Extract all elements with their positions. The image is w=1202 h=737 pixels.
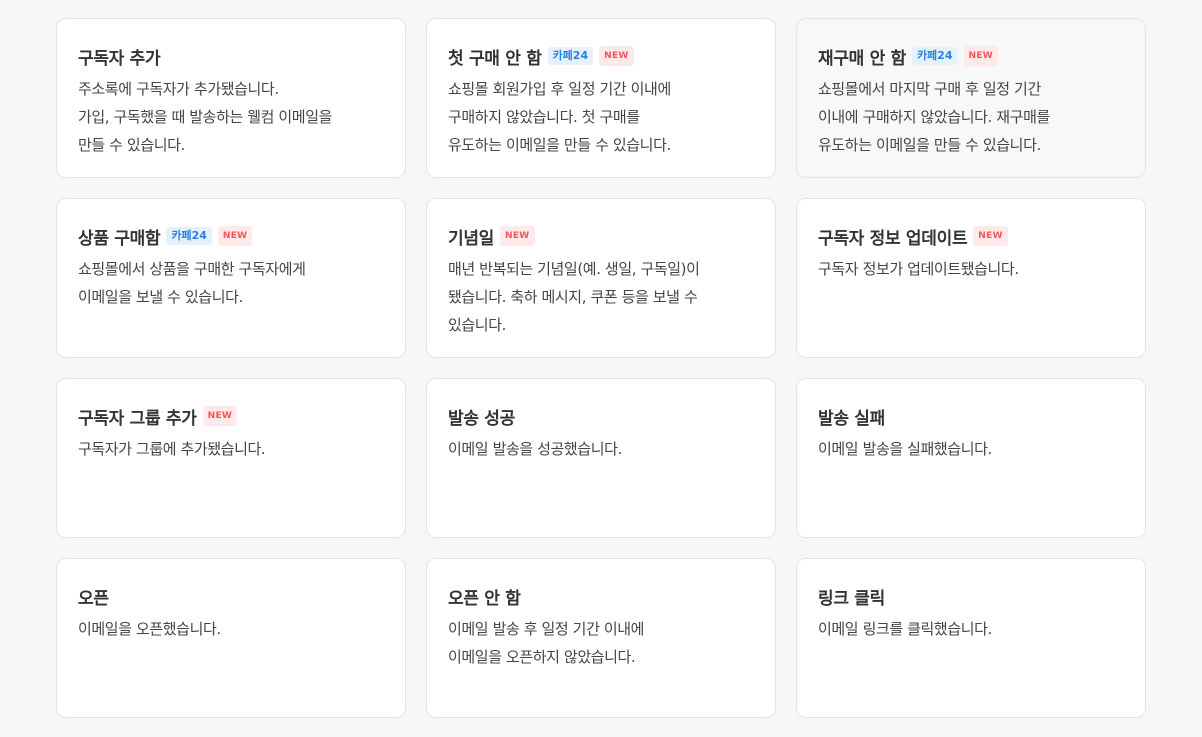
description-line: 만들 수 있습니다. (78, 136, 185, 154)
description-line: 구매하지 않았습니다. 첫 구매를 (448, 108, 640, 126)
description-line: 됐습니다. 축하 메시지, 쿠폰 등을 보낼 수 (448, 288, 698, 306)
card-description: 쇼핑몰에서 상품을 구매한 구독자에게 이메일을 보낼 수 있습니다. (78, 255, 385, 311)
description-line: 이메일 발송을 성공했습니다. (448, 440, 622, 458)
description-line: 이메일을 오픈했습니다. (78, 620, 221, 638)
trigger-card-anniversary[interactable]: 기념일 NEW 매년 반복되는 기념일(예. 생일, 구독일)이 됐습니다. 축… (426, 198, 776, 358)
description-line: 유도하는 이메일을 만들 수 있습니다. (818, 136, 1041, 154)
trigger-card-send-success[interactable]: 발송 성공 이메일 발송을 성공했습니다. (426, 378, 776, 538)
card-title-row: 발송 실패 (818, 403, 1125, 429)
card-title-row: 구독자 정보 업데이트 NEW (818, 223, 1125, 249)
trigger-card-send-failure[interactable]: 발송 실패 이메일 발송을 실패했습니다. (796, 378, 1146, 538)
card-title-row: 구독자 추가 (78, 43, 385, 69)
description-line: 이메일을 보낼 수 있습니다. (78, 288, 243, 306)
new-badge: NEW (973, 226, 1008, 246)
card-title: 구독자 정보 업데이트 (818, 228, 968, 249)
card-description: 주소록에 구독자가 추가됐습니다. 가입, 구독했을 때 발송하는 웰컴 이메일… (78, 75, 385, 159)
trigger-card-product-purchased[interactable]: 상품 구매함 카페24 NEW 쇼핑몰에서 상품을 구매한 구독자에게 이메일을… (56, 198, 406, 358)
card-title-row: 오픈 (78, 583, 385, 609)
card-description: 구독자 정보가 업데이트됐습니다. (818, 255, 1125, 283)
description-line: 쇼핑몰에서 상품을 구매한 구독자에게 (78, 260, 306, 278)
description-line: 유도하는 이메일을 만들 수 있습니다. (448, 136, 671, 154)
card-description: 쇼핑몰 회원가입 후 일정 기간 이내에 구매하지 않았습니다. 첫 구매를 유… (448, 75, 755, 159)
card-title-row: 오픈 안 함 (448, 583, 755, 609)
card-title-row: 상품 구매함 카페24 NEW (78, 223, 385, 249)
trigger-card-grid: 구독자 추가 주소록에 구독자가 추가됐습니다. 가입, 구독했을 때 발송하는… (56, 18, 1146, 718)
new-badge: NEW (500, 226, 535, 246)
description-line: 주소록에 구독자가 추가됐습니다. (78, 80, 279, 98)
card-description: 이메일 링크를 클릭했습니다. (818, 615, 1125, 643)
description-line: 구독자가 그룹에 추가됐습니다. (78, 440, 266, 458)
cafe24-badge: 카페24 (911, 47, 958, 65)
new-badge: NEW (963, 46, 999, 66)
description-line: 있습니다. (448, 316, 506, 334)
trigger-card-no-first-purchase[interactable]: 첫 구매 안 함 카페24 NEW 쇼핑몰 회원가입 후 일정 기간 이내에 구… (426, 18, 776, 178)
trigger-card-open[interactable]: 오픈 이메일을 오픈했습니다. (56, 558, 406, 718)
description-line: 이내에 구매하지 않았습니다. 재구매를 (818, 108, 1050, 126)
card-title: 오픈 안 함 (448, 588, 521, 609)
new-badge: NEW (202, 406, 238, 426)
card-title: 링크 클릭 (818, 588, 885, 609)
description-line: 이메일 발송을 실패했습니다. (818, 440, 992, 458)
trigger-card-link-click[interactable]: 링크 클릭 이메일 링크를 클릭했습니다. (796, 558, 1146, 718)
card-title: 재구매 안 함 (818, 48, 906, 69)
card-description: 이메일 발송을 실패했습니다. (818, 435, 1125, 463)
card-title: 구독자 추가 (78, 48, 161, 69)
description-line: 이메일 발송 후 일정 기간 이내에 (448, 620, 645, 638)
trigger-card-subscriber-group-added[interactable]: 구독자 그룹 추가 NEW 구독자가 그룹에 추가됐습니다. (56, 378, 406, 538)
cafe24-badge: 카페24 (547, 47, 594, 65)
card-title: 기념일 (448, 228, 495, 249)
card-title: 발송 실패 (818, 408, 885, 429)
card-title-row: 기념일 NEW (448, 223, 755, 249)
card-description: 이메일 발송 후 일정 기간 이내에 이메일을 오픈하지 않았습니다. (448, 615, 755, 671)
card-description: 쇼핑몰에서 마지막 구매 후 일정 기간 이내에 구매하지 않았습니다. 재구매… (818, 75, 1125, 159)
description-line: 매년 반복되는 기념일(예. 생일, 구독일)이 (448, 260, 700, 278)
trigger-card-subscriber-added[interactable]: 구독자 추가 주소록에 구독자가 추가됐습니다. 가입, 구독했을 때 발송하는… (56, 18, 406, 178)
card-description: 매년 반복되는 기념일(예. 생일, 구독일)이 됐습니다. 축하 메시지, 쿠… (448, 255, 755, 339)
description-line: 쇼핑몰에서 마지막 구매 후 일정 기간 (818, 80, 1041, 98)
card-title-row: 링크 클릭 (818, 583, 1125, 609)
card-title: 상품 구매함 (78, 228, 161, 249)
card-title-row: 재구매 안 함 카페24 NEW (818, 43, 1125, 69)
description-line: 쇼핑몰 회원가입 후 일정 기간 이내에 (448, 80, 671, 98)
cafe24-badge: 카페24 (166, 227, 212, 245)
new-badge: NEW (599, 46, 634, 66)
description-line: 이메일을 오픈하지 않았습니다. (448, 648, 636, 666)
description-line: 가입, 구독했을 때 발송하는 웰컴 이메일을 (78, 108, 333, 126)
trigger-card-no-repurchase[interactable]: 재구매 안 함 카페24 NEW 쇼핑몰에서 마지막 구매 후 일정 기간 이내… (796, 18, 1146, 178)
card-description: 이메일 발송을 성공했습니다. (448, 435, 755, 463)
card-title-row: 구독자 그룹 추가 NEW (78, 403, 385, 429)
trigger-card-not-opened[interactable]: 오픈 안 함 이메일 발송 후 일정 기간 이내에 이메일을 오픈하지 않았습니… (426, 558, 776, 718)
card-description: 구독자가 그룹에 추가됐습니다. (78, 435, 385, 463)
card-title: 오픈 (78, 588, 109, 609)
description-line: 이메일 링크를 클릭했습니다. (818, 620, 992, 638)
card-description: 이메일을 오픈했습니다. (78, 615, 385, 643)
card-title: 첫 구매 안 함 (448, 48, 542, 69)
new-badge: NEW (217, 226, 253, 246)
trigger-card-subscriber-info-updated[interactable]: 구독자 정보 업데이트 NEW 구독자 정보가 업데이트됐습니다. (796, 198, 1146, 358)
card-title: 발송 성공 (448, 408, 515, 429)
card-title: 구독자 그룹 추가 (78, 408, 197, 429)
description-line: 구독자 정보가 업데이트됐습니다. (818, 260, 1019, 278)
card-title-row: 발송 성공 (448, 403, 755, 429)
card-title-row: 첫 구매 안 함 카페24 NEW (448, 43, 755, 69)
